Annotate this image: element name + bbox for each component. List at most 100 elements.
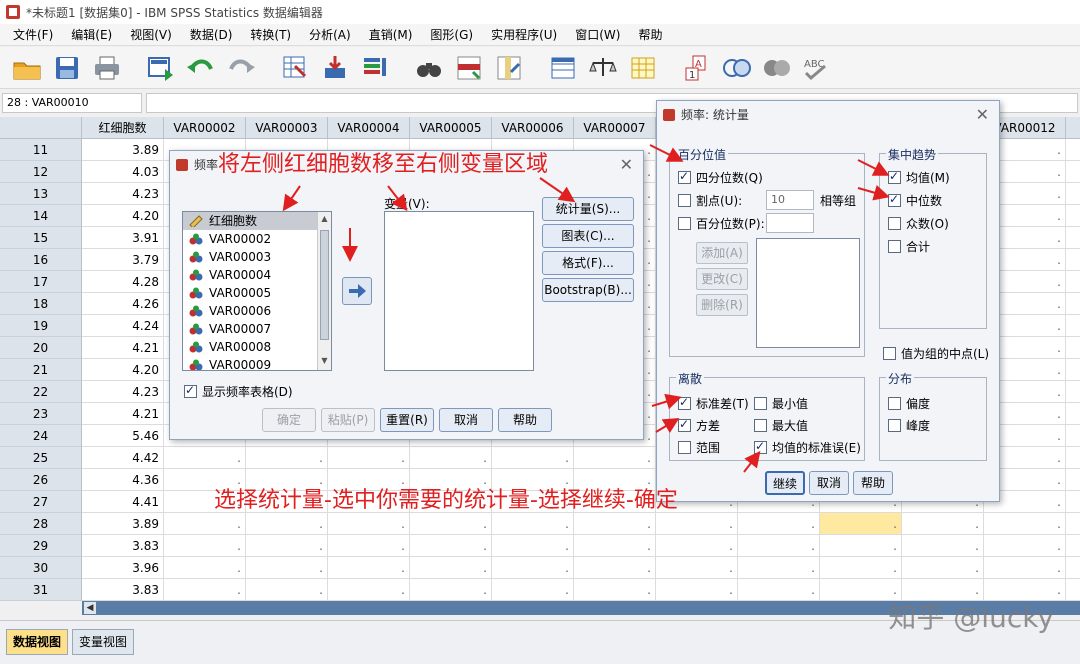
data-cell[interactable]: 4.23 <box>82 381 164 403</box>
data-cell[interactable]: . <box>492 447 574 469</box>
mode-checkbox[interactable]: 众数(O) <box>888 215 949 232</box>
data-cell[interactable]: . <box>1066 403 1080 425</box>
quartiles-checkbox[interactable]: 四分位数(Q) <box>678 169 763 186</box>
list-item[interactable]: VAR00002 <box>183 230 331 248</box>
data-cell[interactable]: . <box>328 535 410 557</box>
select-cases-icon[interactable] <box>626 52 660 84</box>
menu-file[interactable]: 文件(F) <box>4 26 62 43</box>
data-cell[interactable]: . <box>1066 359 1080 381</box>
row-number[interactable]: 17 <box>0 271 82 293</box>
list-item[interactable]: VAR00003 <box>183 248 331 266</box>
data-cell[interactable]: . <box>656 557 738 579</box>
data-cell[interactable]: . <box>246 535 328 557</box>
data-cell[interactable]: . <box>820 513 902 535</box>
menu-direct-marketing[interactable]: 直销(M) <box>360 26 422 43</box>
data-cell[interactable]: . <box>1066 425 1080 447</box>
column-header[interactable]: VAR00003 <box>246 117 328 139</box>
move-to-variables-button[interactable] <box>342 277 372 305</box>
data-cell[interactable]: . <box>738 513 820 535</box>
data-cell[interactable]: . <box>1066 183 1080 205</box>
median-box[interactable] <box>888 192 901 207</box>
data-cell[interactable]: 4.41 <box>82 491 164 513</box>
row-number[interactable]: 19 <box>0 315 82 337</box>
data-cell[interactable]: . <box>1066 535 1080 557</box>
list-item[interactable]: VAR00005 <box>183 284 331 302</box>
menu-analyze[interactable]: 分析(A) <box>300 26 360 43</box>
cut-points-input[interactable]: 10 <box>766 190 814 210</box>
menu-data[interactable]: 数据(D) <box>181 26 242 43</box>
data-cell[interactable]: . <box>246 557 328 579</box>
cancel-button[interactable]: 取消 <box>439 408 493 432</box>
print-icon[interactable] <box>90 52 124 84</box>
mean-checkbox[interactable]: 均值(M) <box>888 169 950 186</box>
data-cell[interactable]: . <box>1066 293 1080 315</box>
row-number[interactable]: 12 <box>0 161 82 183</box>
data-cell[interactable]: 4.20 <box>82 205 164 227</box>
data-cell[interactable]: . <box>738 579 820 601</box>
data-cell[interactable]: . <box>984 557 1066 579</box>
data-cell[interactable]: . <box>1066 205 1080 227</box>
row-number[interactable]: 23 <box>0 403 82 425</box>
redo-icon[interactable] <box>224 52 258 84</box>
data-cell[interactable]: . <box>820 535 902 557</box>
data-cell[interactable]: 5.46 <box>82 425 164 447</box>
data-cell[interactable]: . <box>574 513 656 535</box>
data-cell[interactable]: 3.83 <box>82 579 164 601</box>
menu-transform[interactable]: 转换(T) <box>241 26 300 43</box>
kurtosis-box[interactable] <box>888 419 901 432</box>
goto-case-icon[interactable] <box>278 52 312 84</box>
row-number[interactable]: 14 <box>0 205 82 227</box>
data-cell[interactable]: . <box>1066 337 1080 359</box>
data-cell[interactable]: . <box>1066 557 1080 579</box>
list-item[interactable]: 红细胞数 <box>183 212 331 230</box>
data-cell[interactable]: . <box>164 557 246 579</box>
cell-reference-box[interactable]: 28 : VAR00010 <box>2 93 142 113</box>
std-checkbox[interactable]: 标准差(T) <box>678 395 749 412</box>
data-cell[interactable]: . <box>492 557 574 579</box>
data-cell[interactable]: . <box>902 535 984 557</box>
cut-points-box[interactable] <box>678 194 691 207</box>
data-cell[interactable]: . <box>574 535 656 557</box>
column-header[interactable] <box>1066 117 1080 139</box>
format-button[interactable]: 格式(F)... <box>542 251 634 275</box>
row-number[interactable]: 26 <box>0 469 82 491</box>
column-header[interactable]: VAR00002 <box>164 117 246 139</box>
change-button[interactable]: 更改(C) <box>696 268 748 290</box>
data-cell[interactable]: . <box>1066 315 1080 337</box>
percentiles-input[interactable] <box>766 213 814 233</box>
menu-window[interactable]: 窗口(W) <box>566 26 629 43</box>
add-button[interactable]: 添加(A) <box>696 242 748 264</box>
data-cell[interactable]: . <box>820 557 902 579</box>
data-cell[interactable]: . <box>1066 491 1080 513</box>
column-header[interactable]: VAR00004 <box>328 117 410 139</box>
data-cell[interactable]: . <box>902 557 984 579</box>
data-cell[interactable]: . <box>1066 271 1080 293</box>
range-checkbox[interactable]: 范围 <box>678 439 720 456</box>
data-cell[interactable]: . <box>164 513 246 535</box>
data-cell[interactable]: . <box>656 513 738 535</box>
data-cell[interactable]: . <box>1066 447 1080 469</box>
remove-button[interactable]: 删除(R) <box>696 294 748 316</box>
max-box[interactable] <box>754 419 767 432</box>
data-cell[interactable]: 3.89 <box>82 139 164 161</box>
data-cell[interactable]: . <box>984 535 1066 557</box>
midpoint-checkbox[interactable]: 值为组的中点(L) <box>883 345 989 362</box>
data-cell[interactable]: . <box>1066 579 1080 601</box>
row-number[interactable]: 20 <box>0 337 82 359</box>
row-number[interactable]: 29 <box>0 535 82 557</box>
data-cell[interactable]: . <box>984 513 1066 535</box>
bootstrap-button[interactable]: Bootstrap(B)... <box>542 278 634 302</box>
close-icon[interactable]: ✕ <box>620 155 633 174</box>
data-cell[interactable]: 4.24 <box>82 315 164 337</box>
data-cell[interactable]: . <box>246 579 328 601</box>
paste-button[interactable]: 粘贴(P) <box>321 408 375 432</box>
row-number[interactable]: 31 <box>0 579 82 601</box>
data-cell[interactable]: 3.91 <box>82 227 164 249</box>
data-cell[interactable]: . <box>574 557 656 579</box>
data-cell[interactable]: . <box>328 557 410 579</box>
data-cell[interactable]: . <box>1066 161 1080 183</box>
data-cell[interactable]: . <box>410 513 492 535</box>
data-cell[interactable]: 3.96 <box>82 557 164 579</box>
column-header[interactable]: VAR00005 <box>410 117 492 139</box>
insert-variable-icon[interactable] <box>492 52 526 84</box>
